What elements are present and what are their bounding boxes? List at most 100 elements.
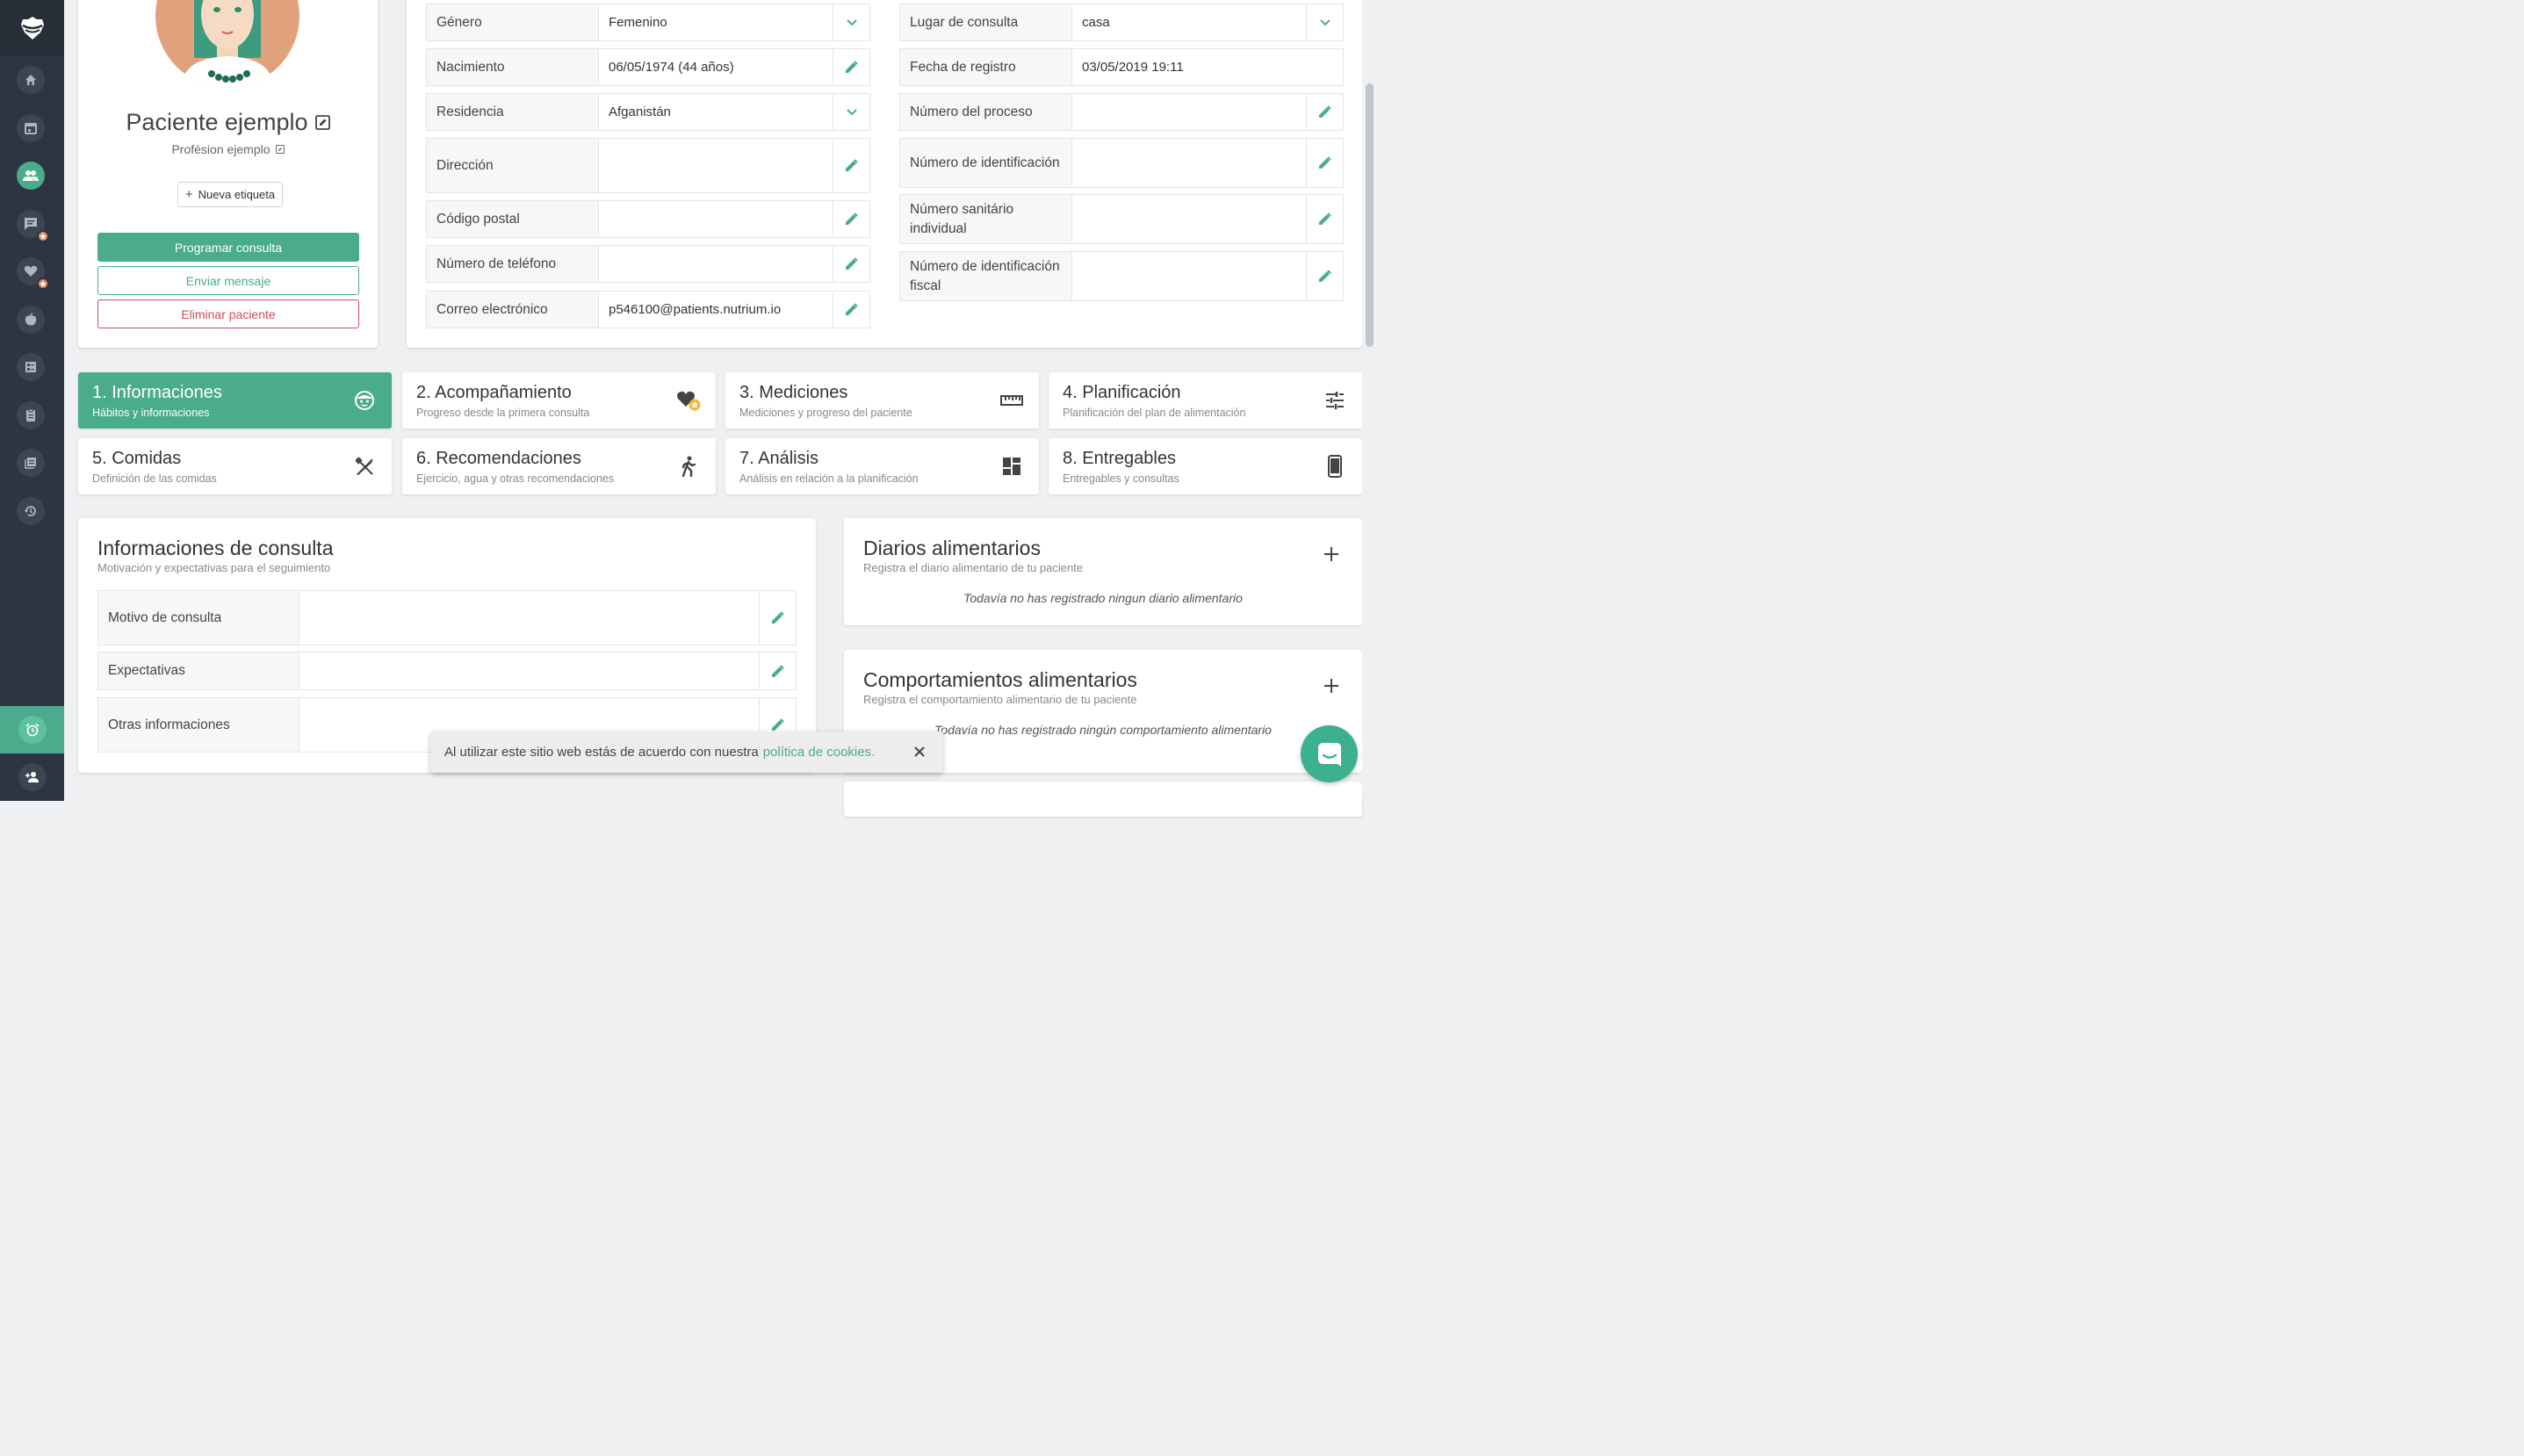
email-label: Correo electrónico [427,292,599,328]
edit-expectations-button[interactable] [759,652,796,689]
email-value: p546100@patients.nutrium.io [609,302,782,317]
gender-dropdown[interactable] [833,4,869,40]
reminders-circle [18,716,47,744]
cookie-banner: Al utilizar este sitio web estás de acue… [430,732,943,773]
edit-consultation-reason-button[interactable] [759,591,796,645]
id-number-field: Número de identificación [899,138,1344,188]
step-mediciones[interactable]: 3. Mediciones Mediciones y progreso del … [725,372,1039,429]
postal-code-value [599,201,833,237]
book-icon [25,458,36,469]
avatar[interactable] [155,0,299,88]
add-food-diary-icon[interactable] [1323,545,1340,563]
postal-code-label: Código postal [427,201,599,237]
residence-dropdown[interactable] [833,94,869,130]
close-icon[interactable] [912,744,927,760]
consultation-place-label: Lugar de consulta [900,4,1072,40]
sidebar-item-foods[interactable] [17,306,45,334]
tax-number-field: Número de identificación fiscal [899,251,1344,301]
dashboard-icon [999,454,1024,479]
schedule-consultation-button[interactable]: Programar consulta [97,233,359,262]
logo-icon [20,17,44,40]
step-subtitle: Ejercicio, agua y otras recomendaciones [416,472,615,485]
health-number-value [1072,195,1306,243]
sidebar-item-meal-plans[interactable] [17,353,45,381]
step-subtitle: Entregables y consultas [1063,472,1179,485]
step-subtitle: Definición de las comidas [92,472,217,485]
sidebar-item-home[interactable] [17,66,45,94]
pencil-icon [1319,105,1331,118]
patient-name-row: Paciente ejemplo [78,109,378,136]
pencil-icon [1319,213,1331,225]
cookie-policy-link[interactable]: política de cookies. [763,745,876,760]
scrollbar-thumb[interactable] [1366,83,1374,347]
step-title: 7. Análisis [739,449,819,468]
sidebar-item-follow-up[interactable] [17,257,49,290]
add-food-behavior-icon[interactable] [1323,677,1340,695]
step-subtitle: Planificación del plan de alimentación [1063,407,1246,419]
edit-health-number-button[interactable] [1306,195,1343,243]
delete-patient-button[interactable]: Eliminar paciente [97,299,359,328]
sidebar-item-library[interactable] [17,449,45,477]
star-badge [37,278,49,290]
sidebar-item-patients[interactable] [17,162,45,190]
pencil-icon [772,664,784,677]
history-icon [25,506,36,516]
pencil-icon [846,61,858,73]
patient-profession-row: Profésion ejemplo [78,142,378,156]
sidebar-reminders[interactable] [0,706,64,753]
heart-icon [24,265,38,277]
patient-profession: Profésion ejemplo [171,142,270,156]
star-icon [40,280,47,287]
residence-value[interactable]: Afganistán [599,94,833,130]
sidebar-add-patient[interactable] [0,753,64,801]
phone-label: Número de teléfono [427,246,599,282]
residence-field: Residencia Afganistán [426,93,870,131]
app-logo[interactable] [0,0,64,56]
id-number-value [1072,139,1306,187]
edit-id-number-button[interactable] [1306,139,1343,187]
page-scrollbar[interactable] [1362,0,1377,795]
sidebar-item-reports[interactable] [17,401,45,429]
address-value [599,139,833,192]
sidebar-item-messages[interactable] [17,210,49,242]
edit-name-icon[interactable] [314,115,330,130]
food-diaries-subtitle: Registra el diario alimentario de tu pac… [863,561,1084,574]
consultation-place-dropdown[interactable] [1306,4,1343,40]
edit-profession-icon[interactable] [275,145,285,154]
step-title: 5. Comidas [92,449,182,468]
step-comidas[interactable]: 5. Comidas Definición de las comidas [78,438,392,494]
step-recomendaciones[interactable]: 6. Recomendaciones Ejercicio, agua y otr… [402,438,716,494]
chevron-down-icon [1319,18,1331,25]
pencil-icon [846,213,858,225]
id-number-label: Número de identificación [900,139,1072,187]
profile-card: Paciente ejemplo Profésion ejemplo + Nue… [78,0,378,348]
new-tag-button[interactable]: + Nueva etiqueta [177,182,283,207]
consultation-place-value[interactable]: casa [1072,4,1306,40]
edit-phone-button[interactable] [833,246,869,282]
step-analisis[interactable]: 7. Análisis Análisis en relación a la pl… [725,438,1039,494]
edit-birth-button[interactable] [833,49,869,85]
sidebar-item-calendar[interactable] [17,114,45,142]
step-informaciones[interactable]: 1. Informaciones Hábitos y informaciones [78,372,392,429]
new-tag-label: Nueva etiqueta [198,188,276,201]
star-badge [37,230,49,242]
address-label: Dirección [427,139,599,192]
face-icon [352,388,377,413]
chat-launcher[interactable] [1301,725,1358,782]
send-message-button[interactable]: Enviar mensaje [97,266,359,295]
birth-value: 06/05/1974 (44 años) [609,60,734,75]
step-title: 3. Mediciones [739,383,848,402]
sidebar [0,0,64,801]
step-planificacion[interactable]: 4. Planificación Planificación del plan … [1049,372,1362,429]
edit-postal-code-button[interactable] [833,201,869,237]
registration-date-field: Fecha de registro 03/05/2019 19:11 [899,48,1344,86]
address-field: Dirección [426,138,870,193]
gender-value[interactable]: Femenino [599,4,833,40]
edit-tax-number-button[interactable] [1306,252,1343,300]
step-entregables[interactable]: 8. Entregables Entregables y consultas [1049,438,1362,494]
sidebar-item-history[interactable] [17,497,45,525]
edit-address-button[interactable] [833,139,869,192]
edit-process-number-button[interactable] [1306,94,1343,130]
step-acompanamiento[interactable]: 2. Acompañamiento Progreso desde la prim… [402,372,716,429]
edit-email-button[interactable] [833,292,869,328]
